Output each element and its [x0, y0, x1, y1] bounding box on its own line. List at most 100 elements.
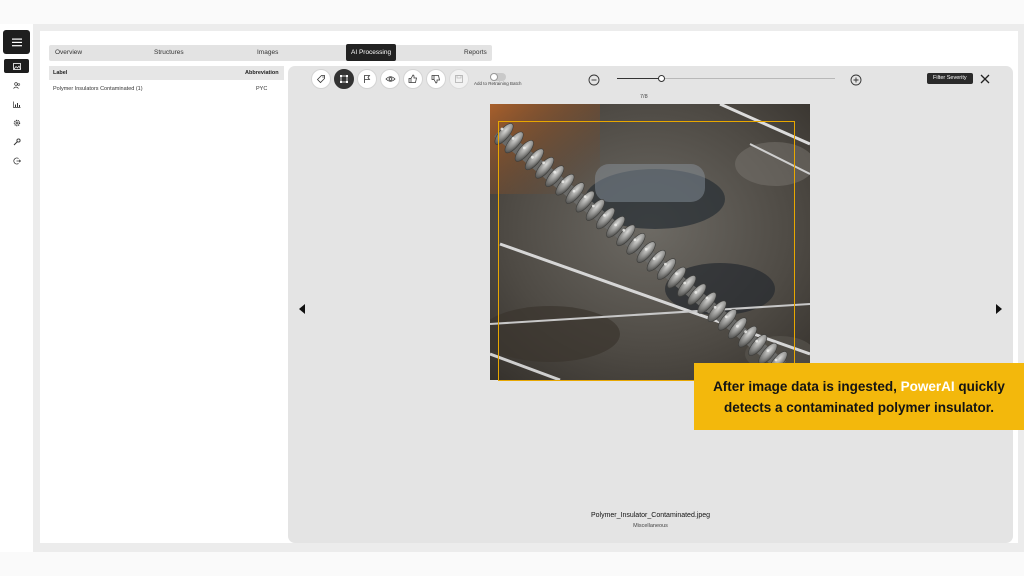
image-category: Miscellaneous [633, 523, 668, 529]
image-icon [12, 62, 21, 70]
zoom-slider[interactable] [617, 75, 835, 82]
zoom-slider-thumb[interactable] [657, 75, 665, 82]
caption-line2: detects a contaminated polymer insulator… [723, 399, 995, 415]
contamination-spot [652, 257, 656, 261]
tab-ai-processing[interactable]: AI Processing [346, 44, 397, 61]
tab-reports[interactable]: Reports [464, 45, 487, 61]
thumbs-down-icon [431, 75, 440, 84]
page-indicator: 7/8 [640, 94, 648, 100]
caption-text: After image data is ingested, PowerAI qu… [713, 376, 1005, 418]
contamination-spot [744, 330, 747, 334]
close-icon [980, 74, 990, 84]
contamination-spot [531, 155, 534, 159]
wrench-icon [13, 138, 21, 146]
contamination-spot [724, 315, 728, 319]
gear-icon [13, 119, 20, 127]
filter-severity-tooltip: Filter Severity [927, 73, 973, 84]
chart-icon [12, 101, 20, 108]
contamination-spot [561, 180, 565, 184]
contamination-spot [522, 146, 526, 150]
tag-tool-button[interactable] [311, 69, 331, 89]
row-label: Polymer Insulators Contaminated (1) [53, 86, 143, 92]
column-header-abbreviation: Abbreviation [245, 70, 279, 76]
retraining-batch-label: Add to Retraining Batch [474, 81, 522, 86]
contamination-spot [591, 204, 595, 208]
contamination-spot [683, 281, 687, 285]
caption-brand: PowerAI [900, 378, 955, 394]
contamination-spot [553, 170, 557, 174]
menu-icon [11, 38, 22, 46]
rail-item-settings[interactable] [4, 116, 29, 130]
arrow-right-icon [996, 304, 1002, 314]
table-row[interactable]: Polymer Insulators Contaminated (1) PYC [49, 80, 284, 96]
contamination-spot [694, 291, 698, 294]
contamination-spot [644, 247, 648, 251]
save-button[interactable] [449, 69, 469, 89]
contamination-spot [500, 127, 504, 131]
flag-tool-button[interactable] [357, 69, 377, 89]
contamination-spot [583, 195, 587, 198]
tab-structures[interactable]: Structures [154, 45, 184, 61]
contamination-spot [713, 305, 717, 309]
rail-item-users[interactable] [4, 78, 29, 92]
save-icon [455, 75, 463, 83]
contamination-spot [774, 358, 778, 362]
icon-rail [0, 24, 33, 552]
top-strip [0, 0, 1024, 24]
tab-images[interactable]: Images [257, 45, 278, 61]
contamination-spot [675, 272, 678, 275]
caption-line1-end: quickly [954, 378, 1005, 394]
main-panel: Overview Structures Images AI Processing… [40, 31, 1018, 543]
column-header-label: Label [53, 70, 68, 76]
contamination-spot [736, 324, 739, 328]
contamination-spot [664, 262, 667, 266]
zoom-out-icon [588, 74, 600, 86]
rail-item-tools[interactable] [4, 135, 29, 149]
thumbs-up-icon [408, 74, 417, 83]
insulator-photo-graphic [490, 104, 810, 380]
bounding-box-tool-button[interactable] [334, 69, 354, 89]
contamination-spot [603, 214, 606, 217]
zoom-out-button[interactable] [588, 73, 600, 86]
reject-button[interactable] [426, 69, 446, 89]
caption-overlay: After image data is ingested, PowerAI qu… [694, 363, 1024, 430]
tag-icon [316, 75, 325, 84]
contamination-spot [755, 339, 759, 343]
label-table: Label Abbreviation Polymer Insulators Co… [49, 66, 284, 96]
bottom-strip [0, 552, 1024, 576]
previous-image-button[interactable] [297, 302, 307, 316]
caption-line1-start: After image data is ingested, [713, 378, 901, 394]
rail-item-analytics[interactable] [4, 97, 29, 111]
logout-icon [13, 157, 21, 165]
flag-icon [364, 75, 371, 83]
approve-button[interactable] [403, 69, 423, 89]
next-image-button[interactable] [994, 302, 1004, 316]
contamination-spot [572, 189, 576, 193]
menu-button[interactable] [3, 30, 30, 54]
zoom-in-icon [850, 74, 862, 86]
insulator-photo [490, 104, 810, 380]
row-abbreviation: PYC [256, 86, 268, 92]
bounding-box-icon [340, 75, 348, 83]
contamination-spot [614, 223, 617, 227]
rail-item-logout[interactable] [4, 154, 29, 168]
contamination-spot [633, 238, 637, 242]
retraining-batch-toggle[interactable] [490, 73, 506, 81]
rail-item-images[interactable] [4, 59, 29, 73]
contamination-spot [622, 228, 626, 232]
contamination-spot [542, 161, 545, 165]
contamination-spot [705, 296, 709, 300]
close-viewer-button[interactable] [978, 72, 992, 86]
visibility-toggle-button[interactable] [380, 69, 400, 89]
app-window: Overview Structures Images AI Processing… [0, 24, 1024, 552]
eye-icon [384, 76, 396, 82]
contamination-spot [511, 137, 515, 140]
zoom-in-button[interactable] [850, 73, 862, 86]
image-viewer: Add to Retraining Batch 7/8 Filter Sever… [288, 66, 1013, 543]
toggle-knob [490, 73, 498, 81]
image-filename: Polymer_Insulator_Contaminated.jpeg [590, 512, 711, 519]
tab-bar: Overview Structures Images AI Processing… [49, 44, 492, 61]
table-header: Label Abbreviation [49, 66, 284, 80]
tab-overview[interactable]: Overview [55, 45, 82, 61]
zoom-slider-fill [617, 78, 661, 79]
